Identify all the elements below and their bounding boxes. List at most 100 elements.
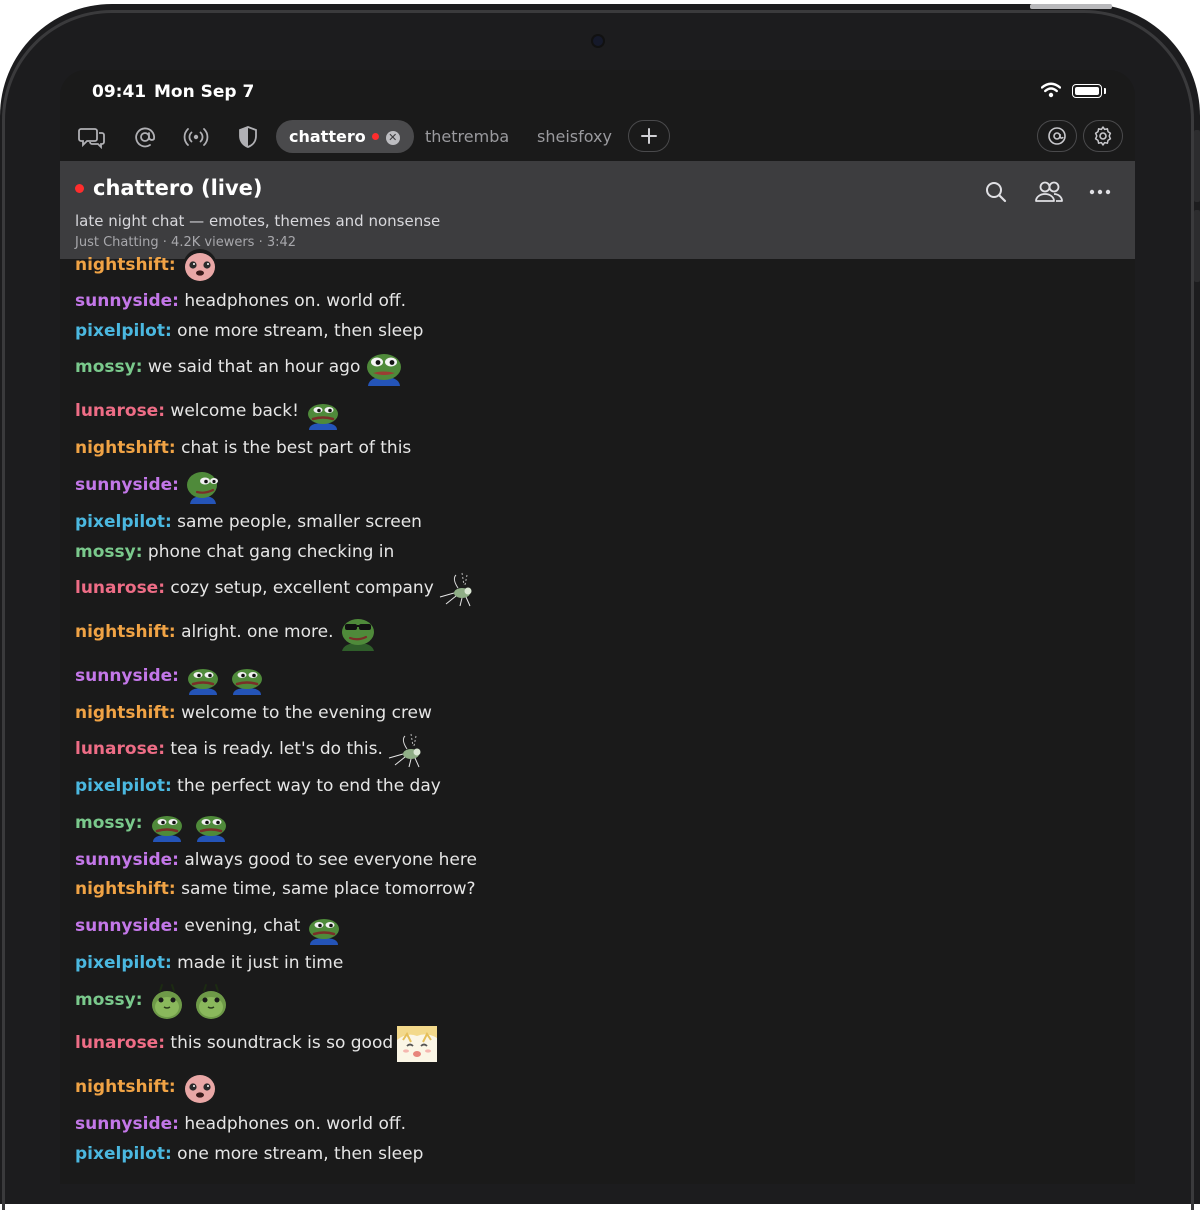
chat-message[interactable]: nightshift: xyxy=(75,248,220,284)
message-separator: : xyxy=(168,1077,176,1097)
pepe-sad-emote[interactable] xyxy=(147,806,187,842)
message-separator: : xyxy=(172,850,179,870)
tab-thetremba[interactable]: thetremba xyxy=(425,120,509,153)
more-icon[interactable] xyxy=(1085,177,1115,207)
message-username[interactable]: sunnyside xyxy=(75,475,172,495)
mosquito-emote[interactable] xyxy=(438,571,478,607)
mentions-icon[interactable] xyxy=(130,124,160,150)
tab-sheisfoxy[interactable]: sheisfoxy xyxy=(537,120,612,153)
blob-emote[interactable] xyxy=(180,248,220,284)
chat-message[interactable]: mossy: xyxy=(75,806,231,842)
chat-message[interactable]: pixelpilot: one more stream, then sleep xyxy=(75,321,423,341)
message-username[interactable]: lunarose xyxy=(75,578,158,598)
message-username[interactable]: sunnyside xyxy=(75,666,172,686)
chat-message[interactable]: mossy: xyxy=(75,983,231,1019)
message-username[interactable]: pixelpilot xyxy=(75,953,165,973)
chat-message[interactable]: pixelpilot: the perfect way to end the d… xyxy=(75,776,441,796)
pepe-smug-emote[interactable] xyxy=(183,468,223,504)
add-tab-button[interactable] xyxy=(628,120,670,152)
live-icon[interactable] xyxy=(181,124,211,150)
chat-message[interactable]: pixelpilot: same people, smaller screen xyxy=(75,512,422,532)
bug-emote[interactable] xyxy=(147,983,187,1019)
live-indicator xyxy=(371,133,379,140)
chat-message[interactable]: lunarose: this soundtrack is so good xyxy=(75,1026,438,1062)
chat-message[interactable]: lunarose: welcome back! xyxy=(75,394,343,430)
shield-icon[interactable] xyxy=(233,124,263,150)
account-icon xyxy=(1048,127,1066,145)
chats-icon[interactable] xyxy=(77,124,107,150)
message-username[interactable]: pixelpilot xyxy=(75,776,165,796)
message-separator: : xyxy=(135,542,143,562)
blob-emote[interactable] xyxy=(180,1070,220,1106)
pepe-sad-emote[interactable] xyxy=(191,806,231,842)
message-username[interactable]: pixelpilot xyxy=(75,512,165,532)
tab-chattero[interactable]: chattero ✕ xyxy=(276,120,414,153)
chat-message[interactable]: nightshift: xyxy=(75,1070,220,1106)
chat-message[interactable]: nightshift: same time, same place tomorr… xyxy=(75,879,476,899)
chat-message[interactable]: sunnyside: headphones on. world off. xyxy=(75,291,406,311)
message-username[interactable]: sunnyside xyxy=(75,916,172,936)
message-username[interactable]: pixelpilot xyxy=(75,1144,165,1164)
pepe-sad-emote[interactable] xyxy=(183,659,223,695)
message-username[interactable]: pixelpilot xyxy=(75,321,165,341)
channel-subtitle: late night chat — emotes, themes and non… xyxy=(75,212,441,230)
message-username[interactable]: sunnyside xyxy=(75,291,172,311)
chat-message[interactable]: sunnyside: always good to see everyone h… xyxy=(75,850,477,870)
chat-message[interactable]: sunnyside: xyxy=(75,659,267,695)
account-button[interactable] xyxy=(1037,120,1077,152)
chat-message[interactable]: sunnyside: headphones on. world off. xyxy=(75,1114,406,1134)
chat-message[interactable]: nightshift: welcome to the evening crew xyxy=(75,703,432,723)
chat-message[interactable]: sunnyside: evening, chat xyxy=(75,909,344,945)
settings-button[interactable] xyxy=(1083,120,1123,152)
chat-message[interactable]: pixelpilot: one more stream, then sleep xyxy=(75,1144,423,1164)
search-icon[interactable] xyxy=(981,177,1011,207)
chat-message[interactable]: mossy: phone chat gang checking in xyxy=(75,542,394,562)
message-text: headphones on. world off. xyxy=(178,291,406,311)
message-text: one more stream, then sleep xyxy=(171,1144,424,1164)
chat-message[interactable]: pixelpilot: made it just in time xyxy=(75,953,343,973)
message-username[interactable]: sunnyside xyxy=(75,850,172,870)
pepe-emote[interactable] xyxy=(364,350,404,386)
close-tab-icon[interactable]: ✕ xyxy=(385,131,400,145)
pepe-sad-emote[interactable] xyxy=(304,909,344,945)
chat-message[interactable]: nightshift: alright. one more. xyxy=(75,615,378,651)
message-username[interactable]: lunarose xyxy=(75,401,158,421)
message-username[interactable]: sunnyside xyxy=(75,1114,172,1134)
message-separator: : xyxy=(168,703,176,723)
chat-message[interactable]: lunarose: cozy setup, excellent company xyxy=(75,571,478,607)
chat-message[interactable]: lunarose: tea is ready. let's do this. xyxy=(75,732,427,768)
message-username[interactable]: nightshift xyxy=(75,255,169,275)
message-username[interactable]: mossy xyxy=(75,813,136,833)
message-username[interactable]: nightshift xyxy=(75,438,169,458)
message-username[interactable]: mossy xyxy=(75,357,136,377)
pepe-sad-emote[interactable] xyxy=(227,659,267,695)
message-separator: : xyxy=(164,321,172,341)
message-username[interactable]: mossy xyxy=(75,990,136,1010)
message-separator: : xyxy=(164,776,172,796)
message-username[interactable]: nightshift xyxy=(75,879,169,899)
message-username[interactable]: lunarose xyxy=(75,1033,158,1053)
message-username[interactable]: nightshift xyxy=(75,1077,169,1097)
bug-emote[interactable] xyxy=(191,983,231,1019)
users-icon[interactable] xyxy=(1032,177,1066,207)
chat-message[interactable]: nightshift: chat is the best part of thi… xyxy=(75,438,411,458)
anime-emote[interactable] xyxy=(397,1026,438,1062)
message-username[interactable]: nightshift xyxy=(75,703,169,723)
tab-label: sheisfoxy xyxy=(537,127,612,146)
mosquito-emote[interactable] xyxy=(387,732,427,768)
message-separator: : xyxy=(168,879,176,899)
message-text: cozy setup, excellent company xyxy=(165,578,434,598)
wifi-icon xyxy=(1040,82,1062,102)
chat-message[interactable]: sunnyside: xyxy=(75,468,223,504)
message-separator: : xyxy=(135,813,143,833)
message-username[interactable]: nightshift xyxy=(75,622,169,642)
message-separator: : xyxy=(158,578,166,598)
message-text: headphones on. world off. xyxy=(178,1114,406,1134)
message-separator: : xyxy=(135,990,143,1010)
message-separator: : xyxy=(168,438,176,458)
chat-message[interactable]: mossy: we said that an hour ago xyxy=(75,350,404,386)
pepe-glasses-emote[interactable] xyxy=(338,615,378,651)
pepe-sad-emote[interactable] xyxy=(303,394,343,430)
message-username[interactable]: lunarose xyxy=(75,739,158,759)
message-username[interactable]: mossy xyxy=(75,542,136,562)
